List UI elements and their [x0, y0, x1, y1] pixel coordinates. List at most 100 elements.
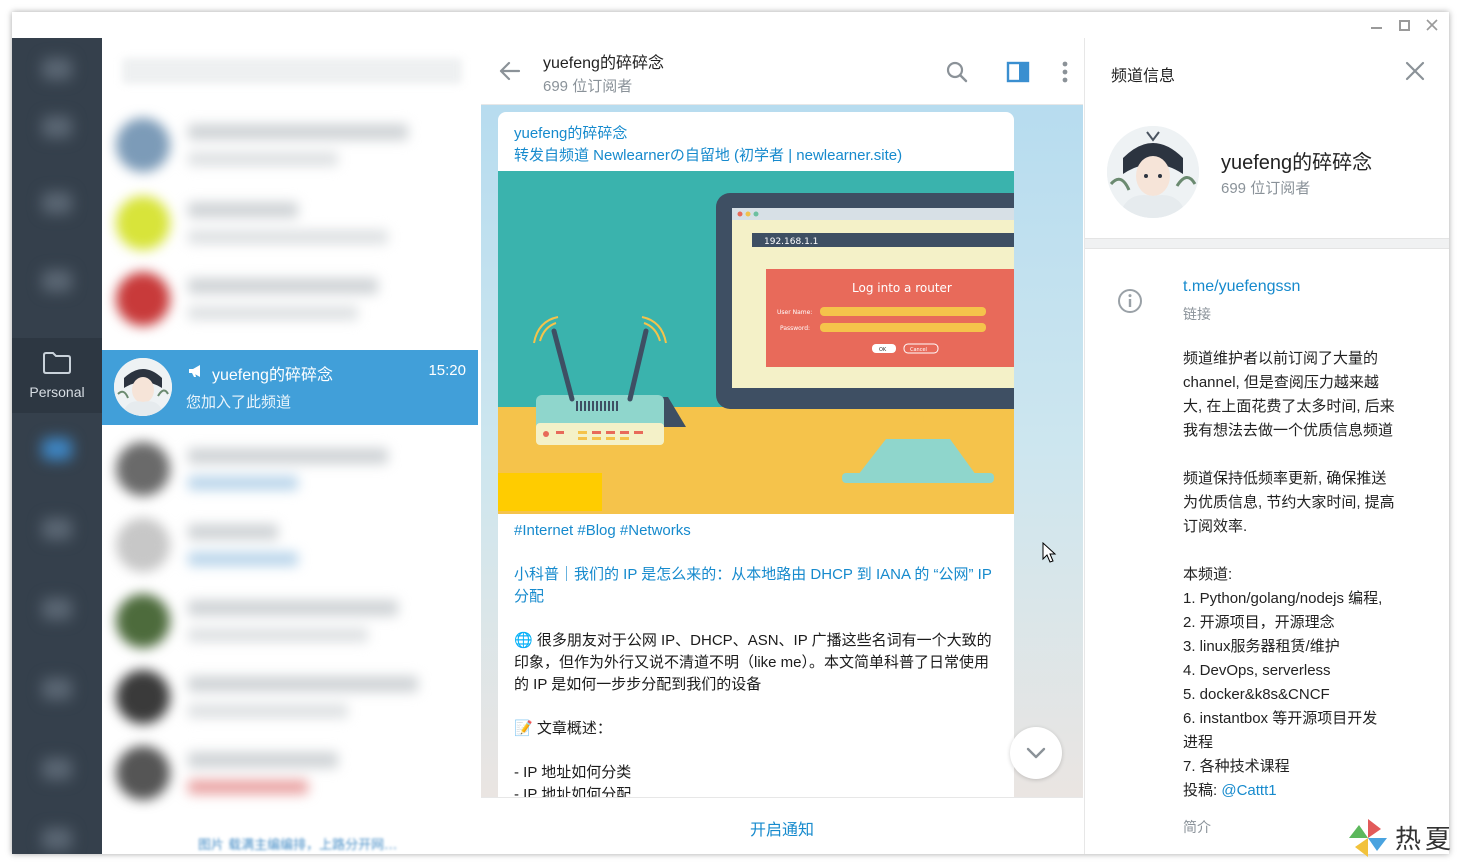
message-paragraph: 🌐 很多朋友对于公网 IP、DHCP、ASN、IP 广播这些名词有一个大致的印象…	[514, 632, 992, 693]
article-link[interactable]: 小科普｜我们的 IP 是怎么来的：从本地路由 DHCP 到 IANA 的 “公网…	[514, 564, 998, 608]
chat-list-item[interactable]	[102, 658, 478, 734]
description-line: 频道维护者以前订阅了大量的	[1183, 350, 1379, 367]
more-options-button[interactable]	[1051, 58, 1079, 86]
sidebar-panel-icon	[1006, 61, 1030, 83]
folder-icon[interactable]	[42, 270, 72, 292]
chat-list-item[interactable]	[102, 582, 478, 658]
channel-avatar[interactable]	[1107, 126, 1199, 218]
close-icon[interactable]	[1402, 58, 1428, 84]
channel-description: 频道维护者以前订阅了大量的 channel, 但是查阅压力越来越 大, 在上面花…	[1183, 347, 1433, 803]
chat-time: 15:20	[428, 362, 466, 379]
message-bubble: yuefeng的碎碎念 转发自频道 Newlearnerの自留地 (初学者 | …	[498, 112, 1014, 797]
folder-icon[interactable]	[42, 758, 72, 780]
description-line: 6. instantbox 等开源项目开发	[1183, 710, 1378, 727]
image-ok-label: OK	[879, 347, 887, 353]
chat-list-item[interactable]	[102, 260, 478, 336]
message-text: #Internet #Blog #Networks 小科普｜我们的 IP 是怎么…	[514, 520, 998, 797]
mouse-cursor-icon	[1042, 542, 1057, 563]
folders-sidebar: Personal	[12, 38, 102, 854]
bullet-item: - IP 地址如何分类	[514, 764, 632, 781]
description-label: 简介	[1183, 819, 1211, 835]
toggle-info-panel-button[interactable]	[1004, 58, 1032, 86]
description-line: 进程	[1183, 734, 1214, 751]
description-line: 我有想法去做一个优质信息频道	[1183, 422, 1394, 439]
hashtags[interactable]: #Internet #Blog #Networks	[514, 520, 998, 542]
submit-prefix: 投稿:	[1183, 782, 1222, 799]
maximize-icon	[1398, 19, 1410, 31]
info-icon	[1118, 289, 1142, 313]
channel-subscribers: 699 位订阅者	[1221, 180, 1311, 197]
chevron-down-icon	[1026, 747, 1046, 759]
more-vertical-icon	[1062, 61, 1068, 83]
chat-name: yuefeng的碎碎念	[212, 367, 333, 384]
message-author[interactable]: yuefeng的碎碎念	[514, 122, 627, 143]
chat-list-item-partial[interactable]: 图片 载满主编编排，上路分开网…	[102, 832, 478, 854]
folder-icon[interactable]	[42, 598, 72, 620]
description-line: 4. DevOps, serverless	[1183, 662, 1331, 679]
close-window-button[interactable]	[1418, 16, 1446, 34]
image-dialog-title: Log into a router	[852, 281, 952, 295]
section-divider	[1085, 238, 1449, 249]
search-icon	[946, 61, 968, 83]
overview-label: 📝 文章概述：	[514, 720, 612, 737]
channel-name: yuefeng的碎碎念	[1221, 152, 1373, 174]
chat-list-item[interactable]	[102, 106, 478, 182]
chat-subtitle: 699 位订阅者	[543, 78, 633, 95]
chat-title[interactable]: yuefeng的碎碎念	[543, 49, 664, 73]
submit-contact-link[interactable]: @Cattt1	[1221, 782, 1276, 799]
chat-list-item[interactable]	[102, 430, 478, 506]
channel-info-panel: 频道信息 yuefeng的碎碎念 699 位订阅者 t.me/yuefengss…	[1084, 38, 1449, 854]
image-password-label: Password:	[780, 325, 810, 332]
chat-list-item[interactable]	[102, 184, 478, 260]
folder-menu-icon[interactable]	[42, 58, 72, 80]
chat-list-item-active[interactable]: yuefeng的碎碎念 15:20 您加入了此频道	[102, 350, 478, 425]
folder-icon[interactable]	[42, 192, 72, 214]
search-button[interactable]	[943, 58, 971, 86]
channel-link[interactable]: t.me/yuefengssn	[1183, 278, 1300, 296]
message-image[interactable]: 192.168.1.1 Log into a router User Name:…	[498, 171, 1014, 514]
pinwheel-icon	[1349, 819, 1387, 857]
image-cancel-label: Cancel	[910, 347, 927, 353]
watermark-text: 热夏	[1395, 825, 1456, 855]
forwarded-from-link[interactable]: 转发自频道 Newlearnerの自留地 (初学者 | newlearner.s…	[514, 144, 902, 165]
close-icon	[1426, 19, 1438, 31]
description-line: 订阅效率.	[1183, 518, 1248, 535]
description-line: 5. docker&k8s&CNCF	[1183, 686, 1330, 703]
chat-preview: 您加入了此频道	[186, 394, 292, 411]
search-input[interactable]	[122, 58, 462, 84]
folder-personal[interactable]: Personal	[12, 338, 102, 413]
description-submit-line: 投稿: @Cattt1	[1183, 779, 1433, 803]
description-line: 3. linux服务器租赁/维护	[1183, 638, 1340, 655]
folder-icon[interactable]	[42, 438, 72, 460]
chat-list: yuefeng的碎碎念 15:20 您加入了此频道 图片 载满主编编排，上路分开…	[102, 38, 478, 854]
description-line: 大, 在上面花费了太多时间, 后来	[1183, 398, 1395, 415]
description-line: 7. 各种技术课程	[1183, 758, 1290, 775]
watermark-logo: 热夏	[1345, 815, 1457, 861]
telegram-window: Personal yuefeng的碎碎念 15:20 您加入了此频道 图片 载满…	[12, 12, 1449, 854]
megaphone-icon	[189, 365, 200, 377]
minimize-button[interactable]	[1362, 16, 1390, 34]
chat-header: yuefeng的碎碎念 699 位订阅者	[481, 38, 1083, 105]
maximize-button[interactable]	[1390, 16, 1418, 34]
minimize-icon	[1370, 27, 1382, 29]
folder-icon[interactable]	[42, 678, 72, 700]
title-bar	[12, 12, 1449, 38]
description-line: 2. 开源项目，开源理念	[1183, 614, 1335, 631]
chat-pane: yuefeng的碎碎念 699 位订阅者 yuefeng的碎碎念 转发自频道 N…	[481, 38, 1083, 854]
bullet-item: - IP 地址如何分配	[514, 786, 632, 797]
description-line: channel, 但是查阅压力越来越	[1183, 374, 1379, 391]
chat-list-item[interactable]	[102, 734, 478, 810]
info-panel-title: 频道信息	[1111, 68, 1176, 85]
message-area: yuefeng的碎碎念 转发自频道 Newlearnerの自留地 (初学者 | …	[481, 105, 1083, 797]
enable-notifications-button[interactable]: 开启通知	[750, 816, 814, 840]
image-ip-text: 192.168.1.1	[764, 237, 818, 247]
chat-list-item[interactable]	[102, 506, 478, 582]
image-user-label: User Name:	[777, 309, 812, 316]
folder-icon[interactable]	[42, 828, 72, 850]
channel-link-label: 链接	[1183, 306, 1211, 322]
folder-icon[interactable]	[42, 518, 72, 540]
scroll-to-bottom-button[interactable]	[1010, 727, 1062, 779]
chat-footer: 开启通知	[481, 797, 1083, 854]
back-arrow-icon[interactable]	[497, 58, 523, 84]
folder-icon[interactable]	[42, 116, 72, 138]
